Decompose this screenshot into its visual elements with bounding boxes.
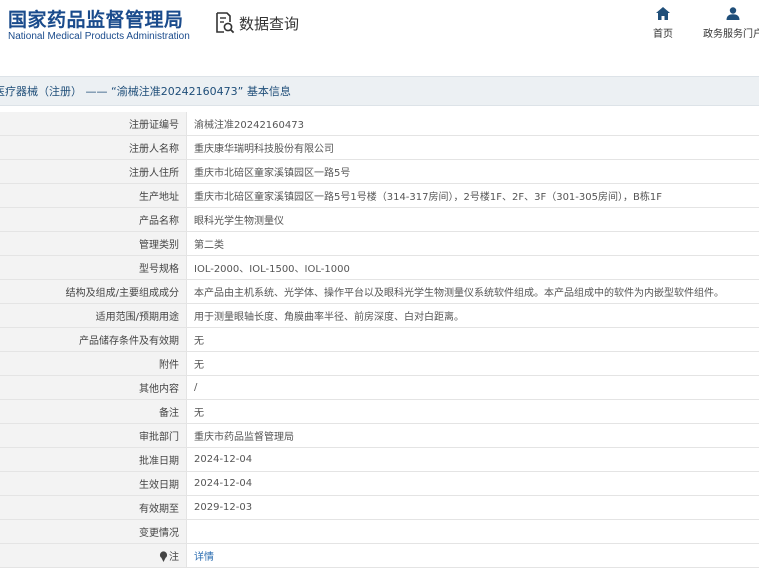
site-logo-title[interactable]: 国家药品监督管理局 — [8, 5, 184, 32]
table-row: 适用范围/预期用途 用于测量眼轴长度、角膜曲率半径、前房深度、白对白距离。 — [0, 303, 759, 328]
field-label: 产品名称 — [0, 207, 187, 232]
table-row: 结构及组成/主要组成成分 本产品由主机系统、光学体、操作平台以及眼科光学生物测量仪… — [0, 279, 759, 304]
field-value: 2029-12-03 — [186, 495, 759, 520]
field-value — [186, 519, 759, 544]
field-value: 渝械注准20242160473 — [186, 112, 759, 136]
field-value: 眼科光学生物测量仪 — [186, 207, 759, 232]
field-value: 详情 — [186, 543, 759, 568]
field-value: 用于测量眼轴长度、角膜曲率半径、前房深度、白对白距离。 — [186, 303, 759, 328]
field-value: 重庆市北碚区童家溪镇园区一路5号1号楼（314-317房间），2号楼1F、2F、… — [186, 183, 759, 208]
field-value: 本产品由主机系统、光学体、操作平台以及眼科光学生物测量仪系统软件组成。本产品组成… — [186, 279, 759, 304]
table-row: 备注无 — [0, 399, 759, 424]
field-value: 第二类 — [186, 231, 759, 256]
data-query-label: 数据查询 — [239, 14, 300, 33]
details-link[interactable]: 详情 — [194, 552, 214, 563]
field-label: 生效日期 — [0, 471, 187, 496]
field-label: 产品储存条件及有效期 — [0, 327, 187, 352]
note-label: 注 — [169, 552, 179, 563]
field-label: 有效期至 — [0, 495, 187, 520]
table-row: 管理类别 第二类 — [0, 231, 759, 256]
table-row: 审批部门 重庆市药品监督管理局 — [0, 423, 759, 448]
table-row: 变更情况 — [0, 519, 759, 544]
device-info-table: 注册证编号 渝械注准20242160473 注册人名称 重庆康华瑞明科技股份有限公司注… — [0, 112, 759, 568]
field-label: 附件 — [0, 351, 187, 376]
field-value: 2024-12-04 — [186, 447, 759, 472]
nav-home-label: 首页 — [653, 29, 673, 40]
field-label: 变更情况 — [0, 519, 187, 544]
site-logo-subtitle[interactable]: National Medical Products Administration — [8, 31, 190, 42]
field-label: 批准日期 — [0, 447, 187, 472]
table-row: 附件无 — [0, 351, 759, 376]
field-label: 审批部门 — [0, 423, 187, 448]
home-icon — [656, 7, 670, 20]
record-title-bar: 医疗器械（注册） —— “渝械注准20242160473” 基本信息 — [0, 76, 759, 106]
field-label: 适用范围/预期用途 — [0, 303, 187, 328]
field-label: 其他内容 — [0, 375, 187, 400]
table-row: 生产地址 重庆市北碚区童家溪镇园区一路5号1号楼（314-317房间），2号楼1F… — [0, 183, 759, 208]
table-row: 注册证编号 渝械注准20242160473 — [0, 112, 759, 136]
field-label: 结构及组成/主要组成成分 — [0, 279, 187, 304]
table-row: 产品名称 眼科光学生物测量仪 — [0, 207, 759, 232]
nav-gov-label: 政务服务门户 — [703, 29, 759, 40]
field-value: 重庆市北碚区童家溪镇园区一路5号 — [186, 159, 759, 184]
record-title: 医疗器械（注册） —— “渝械注准20242160473” 基本信息 — [0, 85, 291, 98]
table-row: 有效期至 2029-12-03 — [0, 495, 759, 520]
table-row: 注 详情 — [0, 543, 759, 568]
field-label: 注册人名称 — [0, 135, 187, 160]
user-icon — [726, 7, 740, 20]
nav-home[interactable]: 首页 — [633, 7, 693, 40]
table-row: 批准日期 2024-12-04 — [0, 447, 759, 472]
data-query-link[interactable]: 数据查询 — [215, 11, 299, 35]
field-label: 备注 — [0, 399, 187, 424]
table-row: 注册人住所 重庆市北碚区童家溪镇园区一路5号 — [0, 159, 759, 184]
field-value: 无 — [186, 399, 759, 424]
field-value: 2024-12-04 — [186, 471, 759, 496]
table-row: 其他内容 / — [0, 375, 759, 400]
document-search-icon — [216, 12, 235, 34]
field-label: 注册证编号 — [0, 112, 187, 136]
note-icon — [159, 551, 168, 562]
field-value: / — [186, 375, 759, 400]
field-label: 型号规格 — [0, 255, 187, 280]
field-label: 注 — [0, 543, 187, 568]
field-label: 注册人住所 — [0, 159, 187, 184]
table-row: 型号规格 IOL-2000、IOL-1500、IOL-1000 — [0, 255, 759, 280]
field-label: 生产地址 — [0, 183, 187, 208]
table-row: 生效日期 2024-12-04 — [0, 471, 759, 496]
table-row: 产品储存条件及有效期无 — [0, 327, 759, 352]
table-row: 注册人名称 重庆康华瑞明科技股份有限公司 — [0, 135, 759, 160]
field-value: 无 — [186, 351, 759, 376]
field-value: 无 — [186, 327, 759, 352]
field-label: 管理类别 — [0, 231, 187, 256]
field-value: 重庆市药品监督管理局 — [186, 423, 759, 448]
nav-gov-service-portal[interactable]: 政务服务门户 — [700, 7, 759, 40]
field-value: 重庆康华瑞明科技股份有限公司 — [186, 135, 759, 160]
site-header: 国家药品监督管理局 National Medical Products Admi… — [0, 0, 759, 60]
field-value: IOL-2000、IOL-1500、IOL-1000 — [186, 255, 759, 280]
